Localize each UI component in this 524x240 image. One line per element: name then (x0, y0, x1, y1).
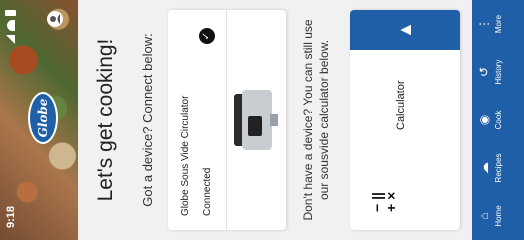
device-name: Globe Sous Vide Circulator (180, 95, 191, 216)
status-time: 9:18 (5, 205, 17, 228)
status-bar: 9:18 (0, 0, 22, 240)
page-title: Let's get cooking! (94, 38, 117, 202)
more-icon: ⋮ (477, 18, 491, 30)
nav-item-home[interactable]: ⌂ Home (476, 193, 503, 239)
account-icon[interactable] (46, 10, 64, 28)
nav-label: Recipes (494, 153, 503, 183)
calculator-card[interactable]: − || + × Calculator ▲ (350, 10, 460, 230)
chevron-up-icon: ▲ (394, 21, 415, 39)
calculator-label: Calculator (395, 80, 407, 130)
wifi-icon (6, 20, 15, 31)
app-screen: 9:18 Globe Let's get cooking! Got a devi… (0, 0, 524, 240)
nav-item-more[interactable]: ⋮ More (476, 1, 503, 47)
nav-label: Cook (494, 110, 503, 130)
sous-vide-device-image (234, 90, 278, 150)
signal-icon (6, 35, 15, 44)
cook-icon: ◉ (477, 114, 491, 126)
device-card[interactable]: Globe Sous Vide Circulator Connected ✓ (168, 10, 286, 230)
device-info[interactable]: Globe Sous Vide Circulator Connected ✓ (168, 10, 227, 230)
battery-icon (5, 10, 16, 16)
device-status: Connected (202, 167, 213, 216)
globe-logo: Globe (28, 92, 58, 144)
nav-item-recipes[interactable]: ☁ Recipes (476, 145, 503, 191)
no-device-text: Don't have a device? You can still use o… (301, 19, 331, 221)
nav-label: History (494, 59, 503, 85)
history-icon: ↺ (477, 66, 491, 78)
status-icons (5, 10, 16, 44)
bottom-nav: ⌂ Home ☁ Recipes ◉ Cook ↺ History ⋮ More (472, 0, 524, 240)
nav-label: More (494, 14, 503, 34)
calculator-icon: − || + × (369, 191, 399, 212)
recipes-icon: ☁ (477, 162, 491, 174)
connected-check-icon: ✓ (199, 28, 215, 44)
home-icon: ⌂ (477, 212, 491, 220)
connect-prompt: Got a device? Connect below: (140, 33, 155, 207)
nav-item-cook[interactable]: ◉ Cook (476, 97, 503, 143)
calculator-expand-button[interactable]: ▲ (350, 10, 460, 50)
nav-item-history[interactable]: ↺ History (476, 49, 503, 95)
nav-label: Home (494, 205, 503, 227)
